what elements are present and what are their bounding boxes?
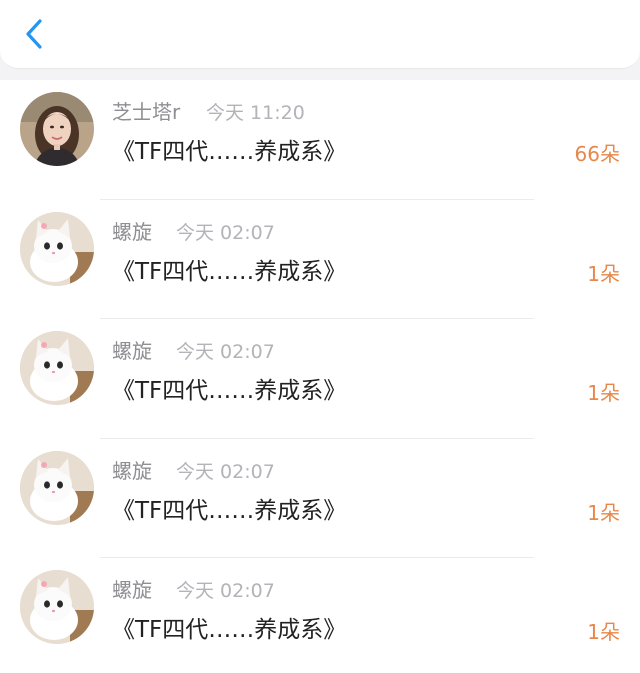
sender-name: 螺旋 <box>112 219 152 244</box>
work-title-link[interactable]: 《TF四代……养成系》 <box>112 491 346 525</box>
flower-count: 66朵 <box>574 142 620 166</box>
avatar[interactable] <box>20 450 94 525</box>
work-title-link[interactable]: 《TF四代……养成系》 <box>112 371 346 405</box>
avatar[interactable] <box>20 570 94 645</box>
timestamp: 今天 02:07 <box>176 341 275 364</box>
timestamp: 今天 11:20 <box>206 102 305 124</box>
sender-name: 芝士塔r <box>112 100 181 124</box>
list-item[interactable]: 芝士塔r 今天 11:20 《TF四代……养成系》 66朵 <box>0 80 640 200</box>
flower-count: 1朵 <box>587 620 620 645</box>
timestamp: 今天 02:07 <box>176 460 275 483</box>
page: 芝士塔r 今天 11:20 《TF四代……养成系》 66朵 螺旋 今天 02:0… <box>0 0 640 673</box>
work-title-link[interactable]: 《TF四代……养成系》 <box>112 252 346 286</box>
avatar[interactable] <box>20 211 94 286</box>
list-item[interactable]: 螺旋 今天 02:07 《TF四代……养成系》 1朵 <box>0 319 640 439</box>
timestamp: 今天 02:07 <box>176 221 275 244</box>
timestamp: 今天 02:07 <box>176 580 275 603</box>
avatar[interactable] <box>20 92 94 166</box>
list-item[interactable]: 螺旋 今天 02:07 《TF四代……养成系》 1朵 <box>0 558 640 673</box>
list-item[interactable]: 螺旋 今天 02:07 《TF四代……养成系》 1朵 <box>0 438 640 559</box>
white-kitten-icon <box>20 450 94 525</box>
chevron-left-icon <box>26 19 42 49</box>
list-item[interactable]: 螺旋 今天 02:07 《TF四代……养成系》 1朵 <box>0 199 640 320</box>
woman-photo-icon <box>20 92 94 166</box>
flower-count: 1朵 <box>587 500 620 525</box>
white-kitten-icon <box>20 331 94 406</box>
back-button[interactable] <box>14 14 54 54</box>
sender-name: 螺旋 <box>112 458 152 483</box>
gift-list: 芝士塔r 今天 11:20 《TF四代……养成系》 66朵 螺旋 今天 02:0… <box>0 80 640 673</box>
work-title-link[interactable]: 《TF四代……养成系》 <box>112 610 346 644</box>
sender-name: 螺旋 <box>112 578 152 603</box>
top-bar <box>0 0 640 69</box>
flower-count: 1朵 <box>587 381 620 406</box>
white-kitten-icon <box>20 570 94 645</box>
work-title-link[interactable]: 《TF四代……养成系》 <box>112 132 346 166</box>
avatar[interactable] <box>20 331 94 406</box>
white-kitten-icon <box>20 211 94 286</box>
flower-count: 1朵 <box>587 261 620 286</box>
sender-name: 螺旋 <box>112 339 152 364</box>
